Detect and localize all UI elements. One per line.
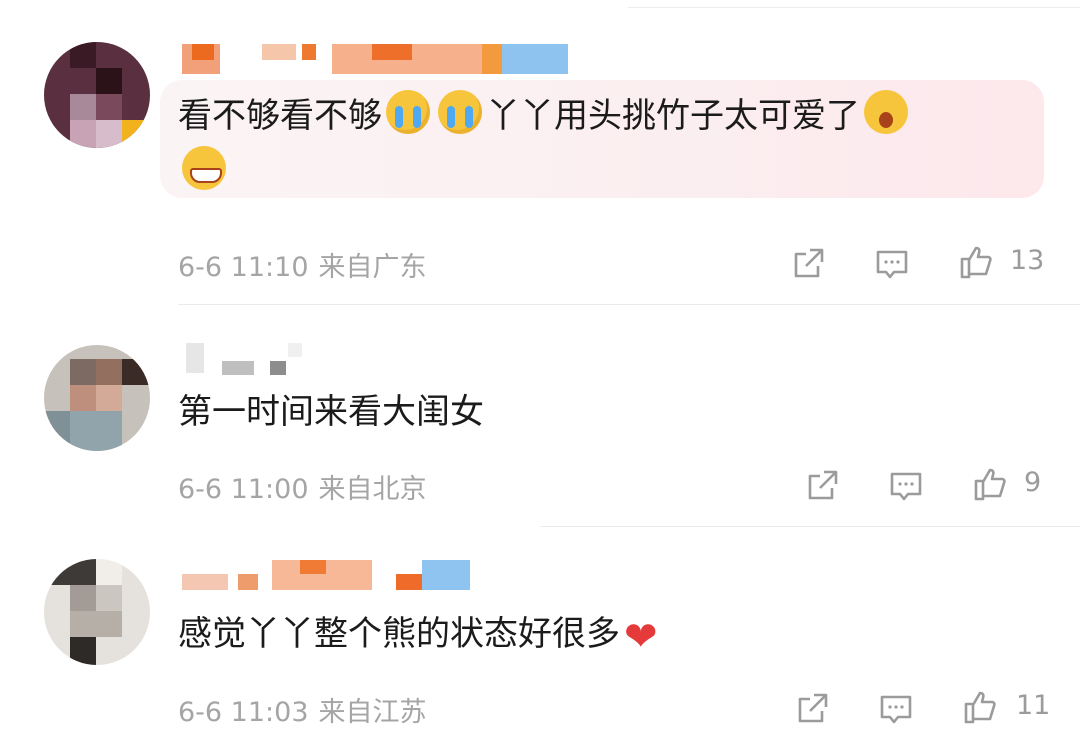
comment-item: 第一时间来看大闺女 6-6 11:00 来自北京 9 bbox=[0, 305, 1080, 527]
comment-text: 感觉丫丫整个熊的状态好很多 ❤ bbox=[178, 614, 658, 660]
comment-meta: 6-6 11:03 来自江苏 bbox=[178, 690, 437, 729]
comment-meta: 6-6 11:00 来自北京 bbox=[178, 467, 437, 506]
share-button[interactable] bbox=[790, 246, 826, 282]
comment-item: 感觉丫丫整个熊的状态好很多 ❤ 6-6 11:03 来自江苏 11 bbox=[0, 527, 1080, 742]
share-button[interactable] bbox=[794, 691, 830, 727]
thumbs-up-icon bbox=[960, 246, 992, 279]
heart-emoji-icon: ❤ bbox=[624, 614, 658, 660]
like-count: 11 bbox=[1016, 690, 1051, 721]
reply-icon bbox=[876, 250, 908, 279]
share-icon bbox=[798, 693, 828, 723]
comment-text: 看不够看不够 丫丫用头挑竹子太可爱了 bbox=[178, 88, 912, 144]
share-button[interactable] bbox=[804, 468, 840, 504]
comment-time: 6-6 11:10 bbox=[178, 252, 309, 283]
surprised-face-emoji-icon bbox=[864, 90, 908, 134]
comment-location: 来自北京 bbox=[318, 474, 427, 505]
avatar[interactable] bbox=[44, 42, 150, 148]
crying-face-emoji-icon bbox=[438, 90, 482, 134]
thumbs-up-icon bbox=[964, 691, 996, 724]
thumbs-up-icon bbox=[974, 468, 1006, 501]
comment-text-line2 bbox=[178, 144, 230, 200]
like-count: 13 bbox=[1010, 245, 1045, 276]
reply-button[interactable] bbox=[878, 691, 914, 727]
comment-location: 来自广东 bbox=[318, 252, 427, 283]
crying-face-emoji-icon bbox=[386, 90, 430, 134]
avatar[interactable] bbox=[44, 345, 150, 451]
share-icon bbox=[794, 248, 824, 278]
comment-meta: 6-6 11:10 来自广东 bbox=[178, 245, 437, 284]
reply-button[interactable] bbox=[888, 468, 924, 504]
reply-icon bbox=[880, 695, 912, 724]
like-count: 9 bbox=[1024, 467, 1042, 498]
share-icon bbox=[808, 470, 838, 500]
reply-button[interactable] bbox=[874, 246, 910, 282]
comment-item: 看不够看不够 丫丫用头挑竹子太可爱了 6-6 11:10 来自广东 13 bbox=[0, 0, 1080, 305]
like-button[interactable] bbox=[958, 244, 994, 280]
reply-icon bbox=[890, 472, 922, 501]
avatar[interactable] bbox=[44, 559, 150, 665]
comment-text: 第一时间来看大闺女 bbox=[178, 392, 484, 432]
like-button[interactable] bbox=[962, 689, 998, 725]
grinning-face-emoji-icon bbox=[182, 146, 226, 190]
comment-time: 6-6 11:03 bbox=[178, 697, 309, 728]
comment-time: 6-6 11:00 bbox=[178, 474, 309, 505]
comment-location: 来自江苏 bbox=[318, 697, 427, 728]
like-button[interactable] bbox=[972, 466, 1008, 502]
